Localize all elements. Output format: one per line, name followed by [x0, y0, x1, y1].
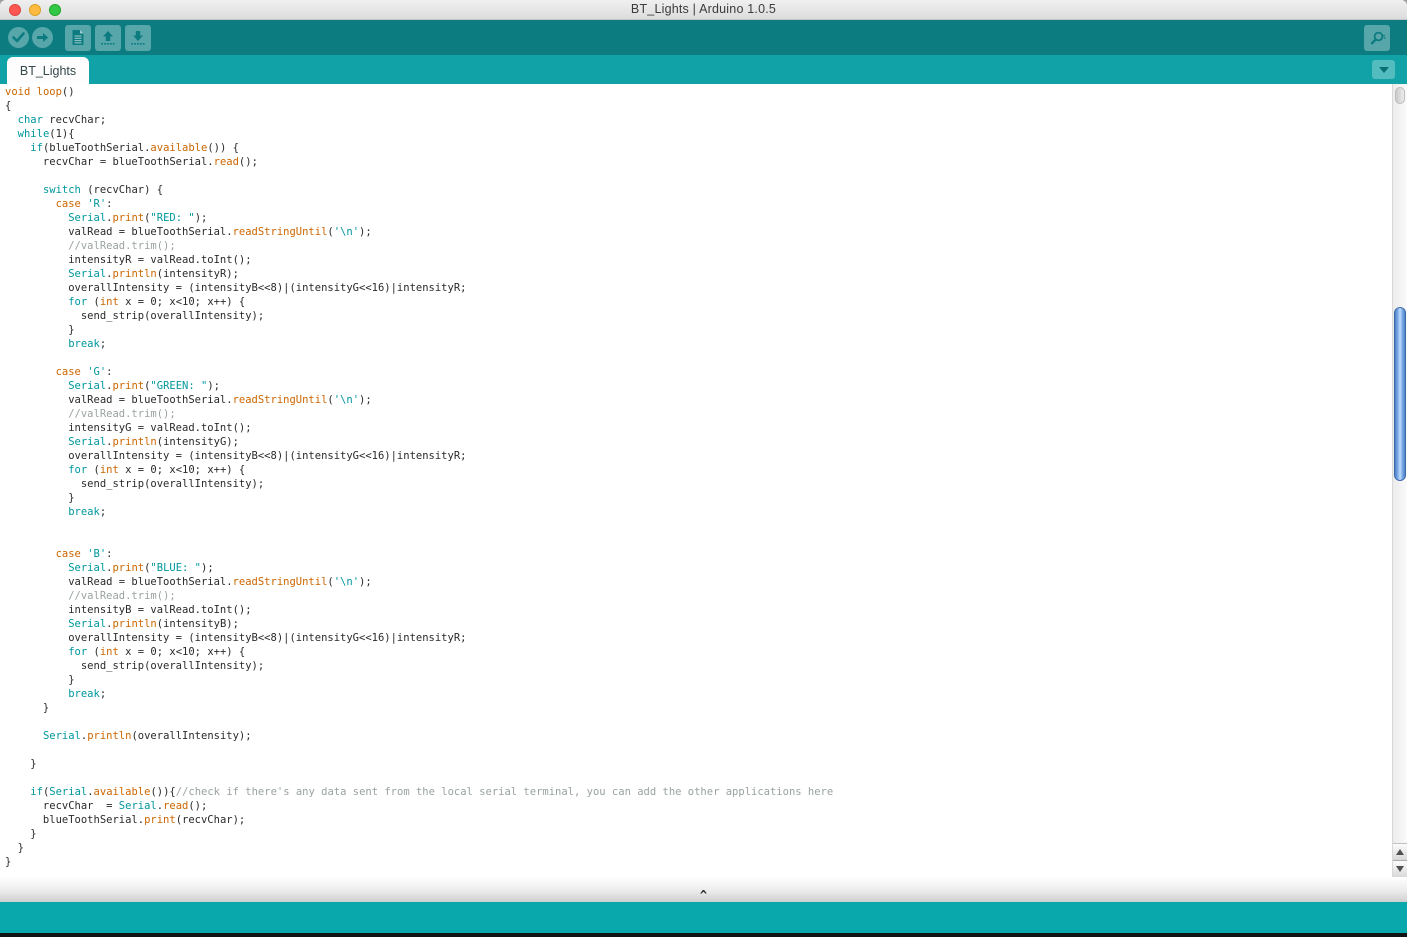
- code-line: intensityB = valRead.toInt();: [5, 603, 1387, 617]
- minimize-button[interactable]: [29, 4, 41, 16]
- scrollbar-top-cap: [1395, 87, 1405, 104]
- close-button[interactable]: [9, 4, 21, 16]
- tab-bt-lights[interactable]: BT_Lights: [7, 57, 89, 84]
- magnifier-icon: [1369, 30, 1386, 46]
- code-line: for (int x = 0; x<10; x++) {: [5, 463, 1387, 477]
- arduino-window: BT_Lights | Arduino 1.0.5 BT_Lights void…: [0, 0, 1407, 937]
- maximize-button[interactable]: [49, 4, 61, 16]
- code-line: case 'R':: [5, 197, 1387, 211]
- code-line: //valRead.trim();: [5, 239, 1387, 253]
- code-line: }: [5, 673, 1387, 687]
- code-line: }: [5, 757, 1387, 771]
- code-line: valRead = blueToothSerial.readStringUnti…: [5, 225, 1387, 239]
- code-area[interactable]: void loop(){ char recvChar; while(1){ if…: [5, 85, 1387, 869]
- save-down-arrow-icon: [130, 30, 146, 46]
- code-line: }: [5, 701, 1387, 715]
- code-line: overallIntensity = (intensityB<<8)|(inte…: [5, 449, 1387, 463]
- tab-bar: BT_Lights: [0, 55, 1407, 84]
- code-line: Serial.println(intensityB);: [5, 617, 1387, 631]
- code-line: //valRead.trim();: [5, 407, 1387, 421]
- serial-monitor-button[interactable]: [1364, 25, 1390, 51]
- code-line: Serial.print("RED: ");: [5, 211, 1387, 225]
- code-line: case 'G':: [5, 365, 1387, 379]
- code-line: [5, 351, 1387, 365]
- code-line: valRead = blueToothSerial.readStringUnti…: [5, 393, 1387, 407]
- tab-label: BT_Lights: [20, 64, 76, 78]
- code-line: overallIntensity = (intensityB<<8)|(inte…: [5, 281, 1387, 295]
- arrow-down-icon: [1396, 866, 1404, 872]
- new-document-icon: [71, 29, 85, 46]
- verify-button[interactable]: [8, 27, 29, 48]
- toolbar: [0, 20, 1407, 55]
- toolbar-left-buttons: [8, 25, 155, 51]
- code-line: valRead = blueToothSerial.readStringUnti…: [5, 575, 1387, 589]
- vertical-scrollbar[interactable]: [1392, 84, 1407, 877]
- code-line: while(1){: [5, 127, 1387, 141]
- console-resize-handle[interactable]: ^: [700, 890, 707, 902]
- code-line: send_strip(overallIntensity);: [5, 659, 1387, 673]
- code-line: case 'B':: [5, 547, 1387, 561]
- code-line: send_strip(overallIntensity);: [5, 477, 1387, 491]
- arrow-up-icon: [1396, 849, 1404, 855]
- code-line: Serial.println(intensityG);: [5, 435, 1387, 449]
- open-sketch-button[interactable]: [95, 25, 121, 51]
- code-line: }: [5, 491, 1387, 505]
- window-title: BT_Lights | Arduino 1.0.5: [0, 0, 1407, 19]
- code-line: {: [5, 99, 1387, 113]
- code-line: //valRead.trim();: [5, 589, 1387, 603]
- code-line: intensityR = valRead.toInt();: [5, 253, 1387, 267]
- save-sketch-button[interactable]: [125, 25, 151, 51]
- code-line: send_strip(overallIntensity);: [5, 309, 1387, 323]
- scroll-down-button[interactable]: [1393, 860, 1407, 877]
- code-line: [5, 743, 1387, 757]
- code-line: break;: [5, 505, 1387, 519]
- code-line: }: [5, 827, 1387, 841]
- code-line: Serial.println(intensityR);: [5, 267, 1387, 281]
- status-bar: ^: [0, 877, 1407, 902]
- code-line: for (int x = 0; x<10; x++) {: [5, 645, 1387, 659]
- scrollbar-arrows: [1393, 843, 1407, 877]
- code-line: char recvChar;: [5, 113, 1387, 127]
- checkmark-icon: [12, 32, 25, 43]
- code-line: blueToothSerial.print(recvChar);: [5, 813, 1387, 827]
- code-line: break;: [5, 337, 1387, 351]
- new-sketch-button[interactable]: [65, 25, 91, 51]
- code-line: }: [5, 323, 1387, 337]
- code-line: [5, 771, 1387, 785]
- code-line: if(Serial.available()){//check if there'…: [5, 785, 1387, 799]
- code-line: [5, 715, 1387, 729]
- arrow-right-icon: [36, 32, 49, 43]
- upload-button[interactable]: [32, 27, 53, 48]
- code-line: recvChar = Serial.read();: [5, 799, 1387, 813]
- code-line: Serial.print("BLUE: ");: [5, 561, 1387, 575]
- tab-menu-button[interactable]: [1372, 60, 1395, 79]
- code-line: [5, 519, 1387, 533]
- open-up-arrow-icon: [100, 30, 116, 46]
- code-line: recvChar = blueToothSerial.read();: [5, 155, 1387, 169]
- code-line: }: [5, 841, 1387, 855]
- code-editor[interactable]: void loop(){ char recvChar; while(1){ if…: [0, 84, 1407, 877]
- code-line: void loop(): [5, 85, 1387, 99]
- traffic-lights: [9, 4, 61, 16]
- code-line: if(blueToothSerial.available()) {: [5, 141, 1387, 155]
- scroll-up-button[interactable]: [1393, 844, 1407, 860]
- scrollbar-thumb[interactable]: [1394, 307, 1406, 481]
- code-line: break;: [5, 687, 1387, 701]
- console-output-area: [0, 902, 1407, 933]
- titlebar: BT_Lights | Arduino 1.0.5: [0, 0, 1407, 20]
- chevron-down-icon: [1379, 67, 1389, 73]
- code-line: switch (recvChar) {: [5, 183, 1387, 197]
- code-line: intensityG = valRead.toInt();: [5, 421, 1387, 435]
- code-line: Serial.println(overallIntensity);: [5, 729, 1387, 743]
- code-line: Serial.print("GREEN: ");: [5, 379, 1387, 393]
- code-line: }: [5, 855, 1387, 869]
- code-line: overallIntensity = (intensityB<<8)|(inte…: [5, 631, 1387, 645]
- window-bottom-edge: [0, 933, 1407, 937]
- code-line: [5, 533, 1387, 547]
- code-line: [5, 169, 1387, 183]
- code-line: for (int x = 0; x<10; x++) {: [5, 295, 1387, 309]
